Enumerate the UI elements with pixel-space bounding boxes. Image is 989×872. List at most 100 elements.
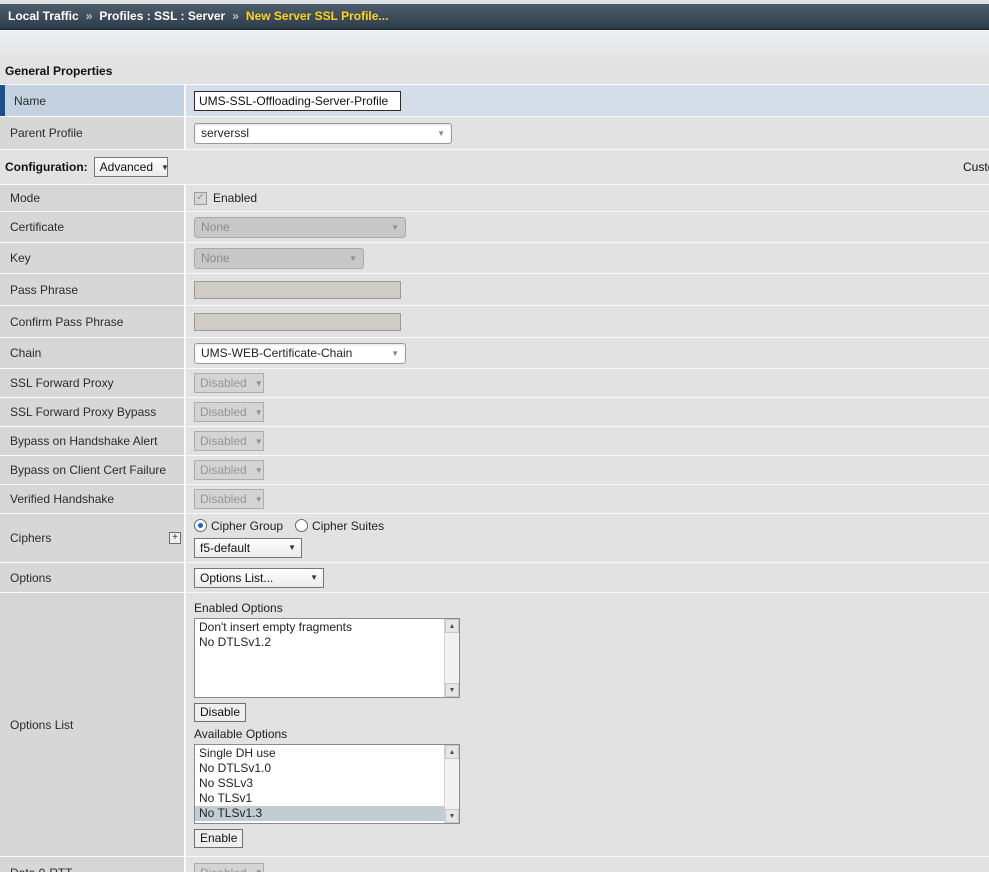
ciphers-label: Ciphers	[10, 531, 51, 545]
chevron-down-icon: ▼	[255, 466, 263, 475]
list-item[interactable]: No SSLv3	[195, 776, 444, 791]
ciphers-label-cell: Ciphers +	[0, 514, 186, 562]
certificate-label: Certificate	[10, 220, 64, 234]
options-list-row: Options List Enabled Options Don't inser…	[0, 593, 989, 857]
data-0rtt-select: Disabled ▼	[194, 863, 264, 872]
data-0rtt-label: Data 0-RTT	[10, 866, 72, 872]
options-label-cell: Options	[0, 563, 186, 592]
bypass-on-handshake-alert-row: Bypass on Handshake Alert Disabled ▼	[0, 427, 989, 456]
disable-button[interactable]: Disable	[194, 703, 246, 722]
ssl-forward-proxy-row: SSL Forward Proxy Disabled ▼	[0, 369, 989, 398]
scroll-up-icon[interactable]: ▲	[445, 745, 459, 759]
key-select: None ▼	[194, 248, 364, 269]
data-0rtt-value: Disabled	[200, 866, 247, 872]
chain-select[interactable]: UMS-WEB-Certificate-Chain ▼	[194, 343, 406, 364]
mode-label-cell: Mode	[0, 185, 186, 211]
chevron-down-icon: ▼	[391, 223, 399, 232]
certificate-selected-value: None	[201, 220, 230, 234]
subheader-band	[0, 30, 989, 62]
ssl-forward-proxy-label: SSL Forward Proxy	[10, 376, 114, 390]
ciphers-row: Ciphers + Cipher Group Cipher Suites f5-…	[0, 514, 989, 563]
bypass-on-handshake-alert-label: Bypass on Handshake Alert	[10, 434, 157, 448]
bypass-on-client-cert-failure-label-cell: Bypass on Client Cert Failure	[0, 456, 186, 484]
certificate-value-cell: None ▼	[186, 212, 989, 242]
list-item[interactable]: No DTLSv1.2	[195, 635, 444, 650]
key-label: Key	[10, 251, 31, 265]
parent-profile-value-cell: serverssl ▼	[186, 117, 989, 149]
breadcrumb: Local Traffic » Profiles : SSL : Server …	[0, 4, 989, 30]
key-label-cell: Key	[0, 243, 186, 273]
enabled-options-title: Enabled Options	[194, 601, 283, 615]
options-select[interactable]: Options List... ▼	[194, 568, 324, 588]
chevron-down-icon: ▼	[255, 495, 263, 504]
breadcrumb-profiles-ssl-server[interactable]: Profiles : SSL : Server	[99, 9, 225, 23]
configuration-label: Configuration:	[5, 160, 88, 174]
parent-profile-select[interactable]: serverssl ▼	[194, 123, 452, 144]
mode-value-cell: ✓ Enabled	[186, 185, 989, 211]
available-options-title: Available Options	[194, 727, 287, 741]
pass-phrase-value-cell	[186, 274, 989, 305]
list-item[interactable]: Single DH use	[195, 746, 444, 761]
name-row: Name	[0, 85, 989, 117]
scroll-down-icon[interactable]: ▼	[445, 683, 459, 697]
confirm-pass-phrase-value-cell	[186, 306, 989, 337]
configuration-bar: Configuration: Advanced ▼ Custom	[0, 150, 989, 184]
configuration-table: Mode ✓ Enabled Certificate None ▼ Key No…	[0, 184, 989, 872]
enabled-options-listbox[interactable]: Don't insert empty fragments No DTLSv1.2…	[194, 618, 460, 698]
name-input[interactable]	[194, 91, 401, 111]
chevron-down-icon: ▼	[437, 129, 445, 138]
breadcrumb-separator-icon: »	[232, 9, 239, 23]
chain-row: Chain UMS-WEB-Certificate-Chain ▼	[0, 338, 989, 369]
confirm-pass-phrase-label: Confirm Pass Phrase	[10, 315, 123, 329]
configuration-mode-select[interactable]: Advanced ▼	[94, 157, 168, 177]
scrollbar[interactable]: ▲ ▼	[444, 745, 459, 823]
bypass-on-handshake-alert-label-cell: Bypass on Handshake Alert	[0, 427, 186, 455]
available-options-listbox[interactable]: Single DH use No DTLSv1.0 No SSLv3 No TL…	[194, 744, 460, 824]
verified-handshake-value: Disabled	[200, 492, 247, 506]
scrollbar[interactable]: ▲ ▼	[444, 619, 459, 697]
enable-button[interactable]: Enable	[194, 829, 243, 848]
general-properties-table: Name Parent Profile serverssl ▼	[0, 84, 989, 150]
general-properties-title: General Properties	[0, 62, 989, 84]
options-value-cell: Options List... ▼	[186, 563, 989, 592]
options-selected-value: Options List...	[200, 571, 273, 585]
data-0rtt-row: Data 0-RTT Disabled ▼	[0, 857, 989, 872]
bypass-on-client-cert-failure-value-cell: Disabled ▼	[186, 456, 989, 484]
ssl-forward-proxy-value: Disabled	[200, 376, 247, 390]
bypass-on-handshake-alert-value-cell: Disabled ▼	[186, 427, 989, 455]
ciphers-expand-button[interactable]: +	[169, 532, 181, 544]
data-0rtt-label-cell: Data 0-RTT	[0, 857, 186, 872]
cipher-group-select[interactable]: f5-default ▼	[194, 538, 302, 558]
bypass-on-client-cert-failure-value: Disabled	[200, 463, 247, 477]
chain-label: Chain	[10, 346, 41, 360]
chevron-down-icon: ▼	[255, 408, 263, 417]
cipher-group-selected-value: f5-default	[200, 541, 250, 555]
configuration-mode-value: Advanced	[100, 160, 153, 174]
verified-handshake-value-cell: Disabled ▼	[186, 485, 989, 513]
breadcrumb-local-traffic[interactable]: Local Traffic	[8, 9, 79, 23]
bypass-on-client-cert-failure-row: Bypass on Client Cert Failure Disabled ▼	[0, 456, 989, 485]
name-value-cell	[186, 85, 989, 116]
list-item[interactable]: Don't insert empty fragments	[195, 620, 444, 635]
chevron-down-icon: ▼	[349, 254, 357, 263]
ssl-forward-proxy-select: Disabled ▼	[194, 373, 264, 393]
ssl-forward-proxy-bypass-label-cell: SSL Forward Proxy Bypass	[0, 398, 186, 426]
mode-label: Mode	[10, 191, 40, 205]
chevron-down-icon: ▼	[310, 573, 318, 582]
cipher-suites-radio[interactable]	[295, 519, 308, 532]
chevron-down-icon: ▼	[255, 868, 263, 872]
mode-checkbox-label: Enabled	[213, 191, 257, 205]
list-item-selected[interactable]: No TLSv1.3	[195, 806, 444, 821]
chevron-down-icon: ▼	[288, 543, 296, 552]
list-item[interactable]: No TLSv1	[195, 791, 444, 806]
confirm-pass-phrase-row: Confirm Pass Phrase	[0, 306, 989, 338]
scroll-up-icon[interactable]: ▲	[445, 619, 459, 633]
scroll-down-icon[interactable]: ▼	[445, 809, 459, 823]
chevron-down-icon: ▼	[391, 349, 399, 358]
cipher-group-radio[interactable]	[194, 519, 207, 532]
confirm-pass-phrase-label-cell: Confirm Pass Phrase	[0, 306, 186, 337]
certificate-label-cell: Certificate	[0, 212, 186, 242]
chain-value-cell: UMS-WEB-Certificate-Chain ▼	[186, 338, 989, 368]
ssl-forward-proxy-bypass-select: Disabled ▼	[194, 402, 264, 422]
list-item[interactable]: No DTLSv1.0	[195, 761, 444, 776]
